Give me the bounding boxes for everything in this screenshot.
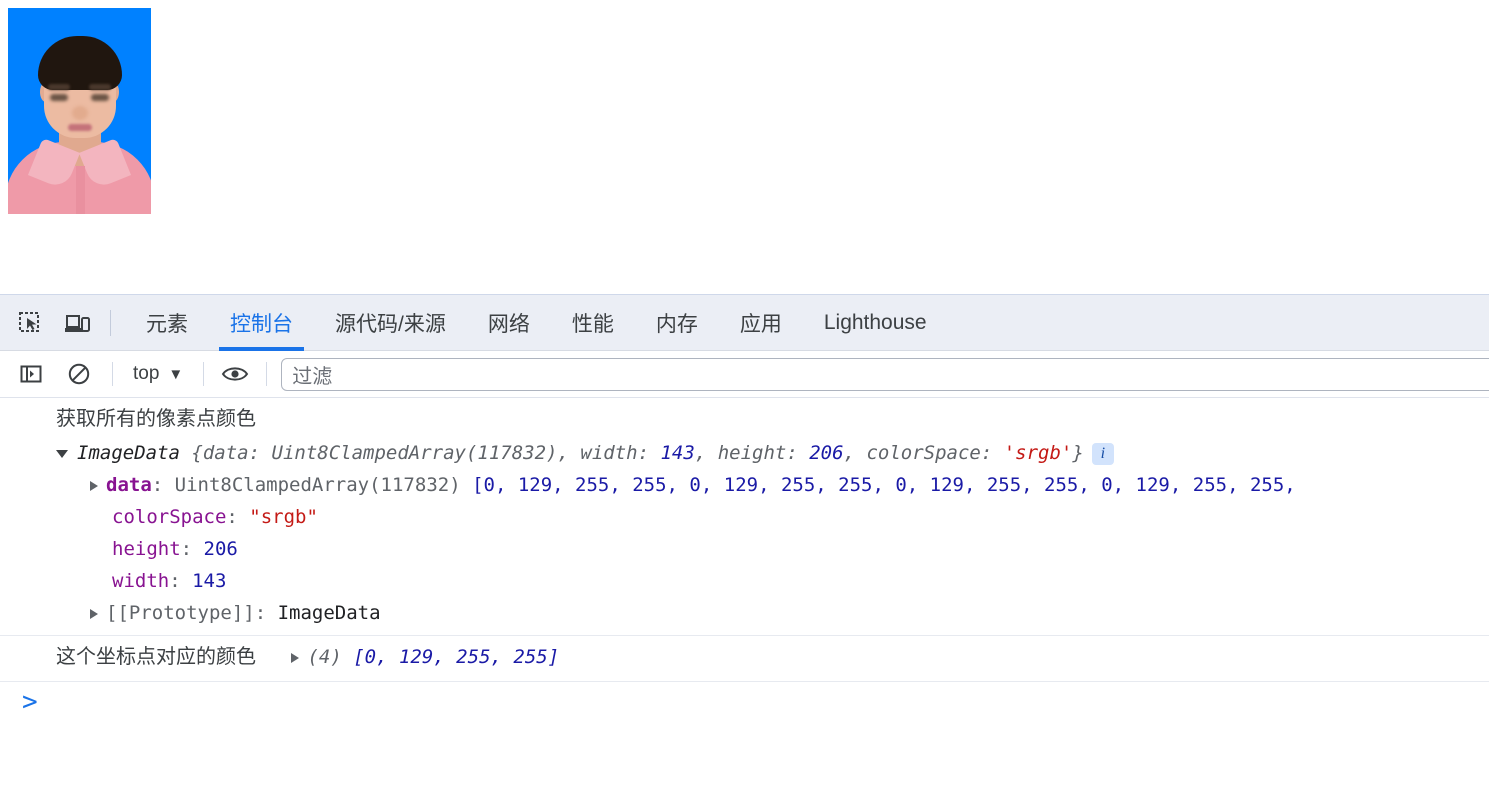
expand-toggle-icon[interactable] <box>56 449 68 458</box>
info-icon[interactable]: i <box>1091 442 1114 465</box>
eye-icon[interactable] <box>218 357 252 391</box>
tab-elements[interactable]: 元素 <box>125 295 209 351</box>
preview-value-colorspace: 'srgb' <box>1003 442 1073 464</box>
chevron-down-icon: ▼ <box>168 365 184 383</box>
execution-context-dropdown[interactable]: top ▼ <box>129 363 187 385</box>
tab-sources-label: 源代码/来源 <box>335 312 446 336</box>
tab-console[interactable]: 控制台 <box>209 295 314 351</box>
inspect-element-glyph <box>19 311 39 332</box>
toolbar-separator-2 <box>203 362 205 386</box>
photo-hair-fringe <box>41 64 118 84</box>
device-toolbar-glyph <box>65 314 90 332</box>
preview-value-height: 206 <box>809 442 844 464</box>
devtools-panel: 元素 控制台 源代码/来源 网络 性能 内存 应用 Lighthouse top… <box>0 294 1489 797</box>
tab-memory[interactable]: 内存 <box>635 295 719 351</box>
tab-lighthouse-label: Lighthouse <box>823 310 927 334</box>
array-length-label: (4) <box>307 646 342 668</box>
tab-application[interactable]: 应用 <box>719 295 803 351</box>
console-message-log[interactable]: 获取所有的像素点颜色 0 <box>0 398 1489 436</box>
expand-toggle-icon[interactable] <box>291 652 300 663</box>
photo-eyebrow-right <box>89 84 111 90</box>
tab-performance[interactable]: 性能 <box>551 295 635 351</box>
tab-network-label: 网络 <box>487 312 530 336</box>
object-property-data[interactable]: data: Uint8ClampedArray(117832) [0, 129,… <box>56 469 1489 501</box>
console-log-text: 这个坐标点对应的颜色 <box>56 646 256 668</box>
toolbar-separator-3 <box>266 362 268 386</box>
property-array-preview: [0, 129, 255, 255, 0, 129, 255, 255, 0, … <box>472 474 1296 496</box>
tab-performance-label: 性能 <box>571 312 614 336</box>
console-prompt[interactable]: > <box>0 682 1489 716</box>
filter-placeholder: 过滤 <box>292 365 333 388</box>
photo-eye-right <box>91 94 109 101</box>
preview-key-data: data <box>202 442 249 464</box>
preview-close-brace: } <box>1072 442 1084 464</box>
property-value: Uint8ClampedArray(117832) <box>174 474 461 496</box>
device-toolbar-icon[interactable] <box>60 305 96 341</box>
expand-toggle-icon[interactable] <box>90 608 98 619</box>
console-log-text: 获取所有的像素点颜色 <box>56 408 256 430</box>
property-key: [[Prototype]] <box>106 602 255 624</box>
prompt-chevron-icon: > <box>22 687 38 717</box>
photo-mouth <box>67 124 92 131</box>
object-preview: {data: Uint8ClampedArray(117832), width:… <box>191 442 1084 464</box>
console-sidebar-glyph <box>20 365 42 383</box>
console-message-object: ImageData {data: Uint8ClampedArray(11783… <box>0 436 1489 636</box>
inspect-element-icon[interactable] <box>12 305 48 341</box>
tab-memory-label: 内存 <box>655 312 698 336</box>
property-value: 206 <box>203 538 238 560</box>
object-class-name: ImageData <box>77 442 180 464</box>
tab-network[interactable]: 网络 <box>467 295 551 351</box>
preview-open-brace: { <box>191 442 203 464</box>
preview-key-width: width <box>580 442 638 464</box>
preview-key-colorspace: colorSpace <box>866 442 981 464</box>
photo-eyebrow-left <box>48 84 70 90</box>
object-preview-header[interactable]: ImageData {data: Uint8ClampedArray(11783… <box>56 438 1489 469</box>
devtools-tabbar: 元素 控制台 源代码/来源 网络 性能 内存 应用 Lighthouse <box>0 295 1489 351</box>
clear-console-glyph <box>68 363 90 385</box>
console-message-array[interactable]: 这个坐标点对应的颜色 (4) [0, 129, 255, 255] 0 <box>0 636 1489 682</box>
property-key: width <box>112 570 170 592</box>
object-property-prototype[interactable]: [[Prototype]]: ImageData <box>56 597 1489 629</box>
tab-elements-label: 元素 <box>146 312 188 336</box>
preview-value-data: Uint8ClampedArray(117832) <box>271 442 558 464</box>
object-property-width[interactable]: width: 143 <box>56 565 1489 597</box>
expand-toggle-icon[interactable] <box>90 480 98 491</box>
tab-sources[interactable]: 源代码/来源 <box>314 295 467 351</box>
console-output: 获取所有的像素点颜色 0 ImageData {data: Uint8Clamp… <box>0 398 1489 797</box>
preview-value-width: 143 <box>660 442 695 464</box>
object-property-colorspace[interactable]: colorSpace: "srgb" <box>56 501 1489 533</box>
page-content-area <box>0 0 1489 294</box>
photo-eye-left <box>50 94 68 101</box>
property-value: "srgb" <box>249 506 318 528</box>
photo-placket <box>75 166 85 214</box>
object-property-height[interactable]: height: 206 <box>56 533 1489 565</box>
array-preview-value: [0, 129, 255, 255] <box>353 646 560 668</box>
tab-application-label: 应用 <box>739 312 782 336</box>
toolbar-separator-1 <box>112 362 113 386</box>
filter-input[interactable]: 过滤 <box>281 357 1489 391</box>
property-key: data <box>106 474 152 496</box>
property-value: 143 <box>192 570 227 592</box>
photo-nose <box>71 106 88 120</box>
preview-key-height: height <box>717 442 787 464</box>
id-portrait-photo <box>8 8 151 214</box>
execution-context-label: top <box>133 363 160 384</box>
tab-console-label: 控制台 <box>230 312 293 336</box>
eye-glyph <box>222 367 249 381</box>
property-value: ImageData <box>277 602 381 624</box>
property-key: colorSpace <box>112 506 227 528</box>
tabbar-separator <box>110 309 111 336</box>
tab-lighthouse[interactable]: Lighthouse <box>803 295 948 351</box>
console-sidebar-icon[interactable] <box>14 357 48 391</box>
clear-console-icon[interactable] <box>62 357 96 391</box>
console-toolbar: top ▼ 过滤 <box>0 351 1489 398</box>
property-key: height <box>112 538 181 560</box>
